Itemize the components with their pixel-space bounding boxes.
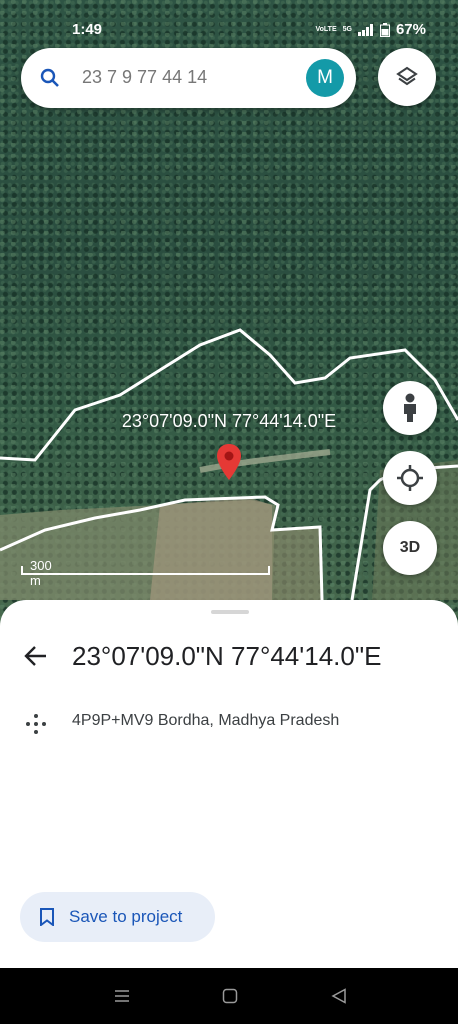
map-pin-icon[interactable] bbox=[217, 444, 241, 485]
street-view-button[interactable] bbox=[383, 381, 437, 435]
layers-icon bbox=[396, 66, 418, 86]
search-bar[interactable]: 23 7 9 77 44 14 M bbox=[21, 48, 356, 108]
sheet-drag-handle[interactable] bbox=[211, 610, 249, 614]
home-icon[interactable] bbox=[222, 988, 238, 1004]
bare-field bbox=[150, 498, 272, 600]
farm-field bbox=[272, 527, 322, 600]
avatar[interactable]: M bbox=[306, 59, 344, 97]
recents-icon[interactable] bbox=[114, 988, 130, 1004]
search-input[interactable]: 23 7 9 77 44 14 bbox=[82, 67, 207, 88]
volte-label: VoLTE bbox=[315, 26, 337, 33]
status-icons: VoLTE 5G 67% bbox=[315, 21, 426, 38]
place-details-sheet: 23°07'09.0"N 77°44'14.0"E 4P9P+MV9 Bordh… bbox=[0, 600, 458, 968]
sheet-title: 23°07'09.0"N 77°44'14.0"E bbox=[72, 641, 382, 671]
save-to-project-button[interactable]: Save to project bbox=[20, 892, 215, 942]
my-location-button[interactable] bbox=[383, 451, 437, 505]
system-nav-bar bbox=[0, 968, 458, 1024]
bookmark-icon bbox=[40, 908, 54, 926]
scale-bar bbox=[21, 566, 270, 575]
back-arrow-icon[interactable] bbox=[22, 642, 50, 670]
3d-view-button[interactable]: 3D bbox=[383, 521, 437, 575]
pegman-icon bbox=[404, 393, 416, 422]
plus-code-icon bbox=[26, 714, 46, 734]
plus-code-address[interactable]: 4P9P+MV9 Bordha, Madhya Pradesh bbox=[72, 712, 339, 730]
battery-icon bbox=[379, 22, 390, 37]
layers-button[interactable] bbox=[378, 48, 436, 106]
network-label: 5G bbox=[342, 26, 352, 33]
signal-icon bbox=[357, 23, 373, 36]
back-icon[interactable] bbox=[331, 988, 347, 1004]
3d-label: 3D bbox=[399, 539, 421, 556]
save-to-project-label: Save to project bbox=[69, 907, 183, 926]
battery-percent: 67% bbox=[395, 21, 426, 38]
status-time: 1:49 bbox=[72, 21, 103, 38]
my-location-icon bbox=[397, 465, 423, 491]
search-icon bbox=[40, 68, 59, 87]
